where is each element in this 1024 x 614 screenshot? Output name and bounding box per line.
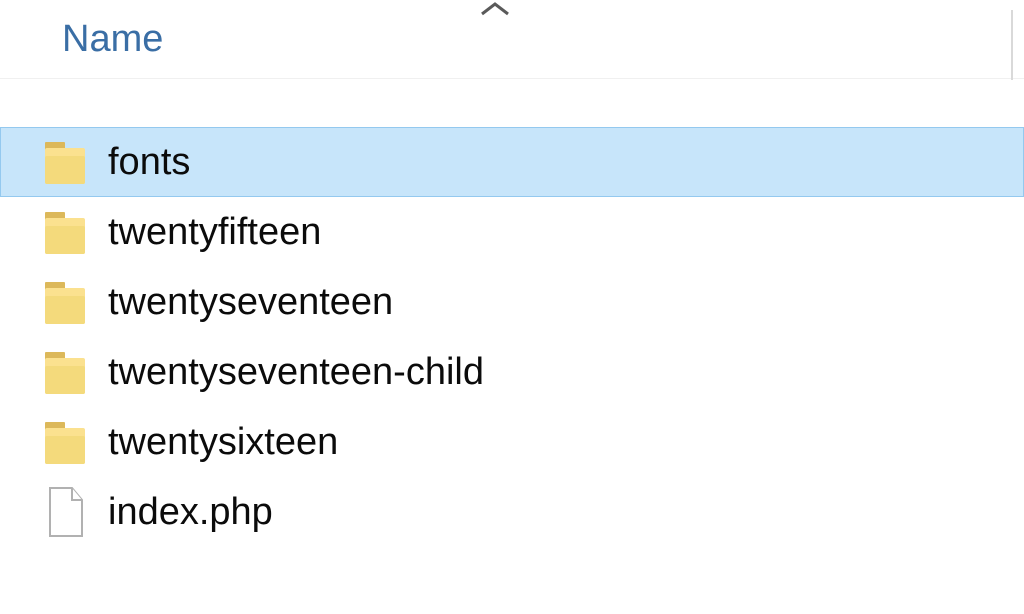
item-name: twentyseventeen-child — [108, 351, 484, 394]
column-header-name[interactable]: Name — [0, 0, 1024, 79]
list-item[interactable]: twentyseventeen-child — [0, 337, 1024, 407]
file-icon — [40, 482, 90, 542]
item-name: twentyseventeen — [108, 281, 393, 324]
column-divider[interactable] — [1011, 10, 1013, 80]
list-item[interactable]: index.php — [0, 477, 1024, 547]
column-header-label: Name — [62, 18, 163, 61]
folder-icon — [40, 272, 90, 332]
item-name: twentysixteen — [108, 421, 338, 464]
folder-icon — [40, 412, 90, 472]
item-name: index.php — [108, 491, 273, 534]
list-item[interactable]: twentysixteen — [0, 407, 1024, 477]
folder-icon — [40, 342, 90, 402]
list-item[interactable]: fonts — [0, 127, 1024, 197]
folder-icon — [40, 132, 90, 192]
item-name: twentyfifteen — [108, 211, 321, 254]
list-item[interactable]: twentyfifteen — [0, 197, 1024, 267]
file-list: fonts twentyfifteen twentyseventeen — [0, 127, 1024, 547]
folder-icon — [40, 202, 90, 262]
item-name: fonts — [108, 141, 190, 184]
list-item[interactable]: twentyseventeen — [0, 267, 1024, 337]
sort-ascending-icon — [480, 0, 510, 23]
